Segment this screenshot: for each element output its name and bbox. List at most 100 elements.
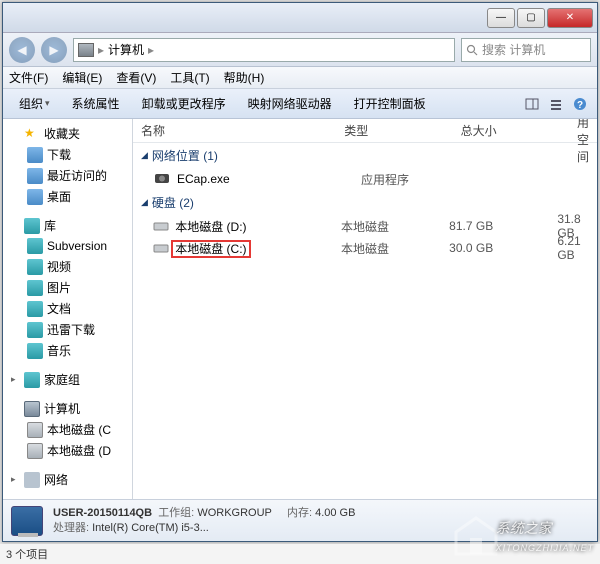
menu-edit[interactable]: 编辑(E) bbox=[62, 69, 102, 86]
breadcrumb-segment[interactable]: 计算机 bbox=[108, 41, 144, 58]
col-type[interactable]: 类型 bbox=[336, 122, 452, 139]
preview-pane-icon[interactable] bbox=[521, 93, 543, 115]
sidebar-item-label: 桌面 bbox=[47, 188, 71, 205]
sidebar-drive-c[interactable]: 本地磁盘 (C bbox=[3, 419, 132, 440]
svg-text:?: ? bbox=[577, 100, 583, 111]
sidebar-item-label: 视频 bbox=[47, 258, 71, 275]
navigation-pane: ★收藏夹 下载 最近访问的 桌面 库 Subversion 视频 图片 文档 迅… bbox=[3, 119, 133, 499]
toolbar: 组织 系统属性 卸载或更改程序 映射网络驱动器 打开控制面板 ? bbox=[3, 89, 597, 119]
column-headers: 名称 类型 总大小 可用空间 bbox=[133, 119, 597, 143]
breadcrumb[interactable]: ▸ 计算机 ▸ bbox=[73, 38, 455, 62]
chevron-right-icon: ▸ bbox=[98, 43, 104, 57]
computer-icon bbox=[24, 401, 40, 417]
computer-icon bbox=[78, 43, 94, 57]
memory-value: 4.00 GB bbox=[315, 507, 355, 519]
menu-view[interactable]: 查看(V) bbox=[116, 69, 156, 86]
map-network-drive-button[interactable]: 映射网络驱动器 bbox=[238, 91, 342, 116]
col-name[interactable]: 名称 bbox=[133, 122, 336, 139]
chevron-right-icon: ▸ bbox=[148, 43, 154, 57]
maximize-button[interactable]: ▢ bbox=[517, 8, 545, 28]
computer-large-icon bbox=[11, 506, 43, 536]
workgroup-label: 工作组: bbox=[158, 507, 194, 519]
workgroup-value: WORKGROUP bbox=[197, 507, 271, 519]
folder-icon bbox=[27, 168, 43, 184]
application-icon bbox=[153, 171, 171, 187]
menu-tools[interactable]: 工具(T) bbox=[170, 69, 209, 86]
col-size[interactable]: 总大小 bbox=[453, 122, 569, 139]
list-item[interactable]: ECap.exe 应用程序 bbox=[133, 168, 597, 190]
details-pane: USER-20150114QB 工作组: WORKGROUP 内存: 4.00 … bbox=[3, 499, 597, 541]
sidebar-pictures[interactable]: 图片 bbox=[3, 277, 132, 298]
group-network-locations[interactable]: ◢ 网络位置 (1) bbox=[133, 143, 597, 168]
cpu-label: 处理器: bbox=[53, 522, 89, 534]
view-options-icon[interactable] bbox=[545, 93, 567, 115]
sidebar-item-label: 家庭组 bbox=[44, 371, 80, 388]
titlebar: — ▢ ✕ bbox=[3, 3, 597, 33]
sidebar-subversion[interactable]: Subversion bbox=[3, 236, 132, 256]
forward-button[interactable]: ▶ bbox=[41, 37, 67, 63]
organize-button[interactable]: 组织 bbox=[9, 91, 60, 116]
close-button[interactable]: ✕ bbox=[547, 8, 593, 28]
computer-name: USER-20150114QB bbox=[53, 507, 152, 519]
sidebar-music[interactable]: 音乐 bbox=[3, 340, 132, 361]
sidebar-item-label: 收藏夹 bbox=[44, 125, 80, 142]
list-item[interactable]: 本地磁盘 (C:) 本地磁盘 30.0 GB 6.21 GB bbox=[133, 237, 597, 259]
cpu-value: Intel(R) Core(TM) i5-3... bbox=[92, 522, 209, 534]
status-bar: 3 个项目 bbox=[0, 544, 600, 564]
group-hard-drives[interactable]: ◢ 硬盘 (2) bbox=[133, 190, 597, 215]
item-size: 81.7 GB bbox=[449, 219, 557, 233]
sidebar-item-label: 库 bbox=[44, 217, 56, 234]
item-free: 6.21 GB bbox=[557, 234, 597, 262]
uninstall-programs-button[interactable]: 卸载或更改程序 bbox=[132, 91, 236, 116]
menu-help[interactable]: 帮助(H) bbox=[224, 69, 265, 86]
folder-icon bbox=[27, 301, 43, 317]
sidebar-libraries[interactable]: 库 bbox=[3, 215, 132, 236]
menu-file[interactable]: 文件(F) bbox=[9, 69, 48, 86]
system-properties-button[interactable]: 系统属性 bbox=[62, 91, 130, 116]
folder-icon bbox=[27, 343, 43, 359]
network-icon bbox=[24, 472, 40, 488]
status-text: 3 个项目 bbox=[6, 546, 48, 562]
highlight-annotation: 本地磁盘 (C:) bbox=[171, 240, 250, 258]
search-input[interactable]: 搜索 计算机 bbox=[461, 38, 591, 62]
help-icon[interactable]: ? bbox=[569, 93, 591, 115]
sidebar-homegroup[interactable]: ▸家庭组 bbox=[3, 369, 132, 390]
back-button[interactable]: ◀ bbox=[9, 37, 35, 63]
sidebar-computer[interactable]: 计算机 bbox=[3, 398, 132, 419]
sidebar-desktop[interactable]: 桌面 bbox=[3, 186, 132, 207]
sidebar-downloads[interactable]: 下载 bbox=[3, 144, 132, 165]
sidebar-item-label: 本地磁盘 (D bbox=[47, 442, 111, 459]
library-icon bbox=[24, 218, 40, 234]
folder-icon bbox=[27, 322, 43, 338]
sidebar-videos[interactable]: 视频 bbox=[3, 256, 132, 277]
list-item[interactable]: 本地磁盘 (D:) 本地磁盘 81.7 GB 31.8 GB bbox=[133, 215, 597, 237]
collapse-icon: ◢ bbox=[141, 150, 148, 161]
sidebar-documents[interactable]: 文档 bbox=[3, 298, 132, 319]
folder-icon bbox=[27, 280, 43, 296]
explorer-window: — ▢ ✕ ◀ ▶ ▸ 计算机 ▸ 搜索 计算机 文件(F) 编辑(E) 查看(… bbox=[2, 2, 598, 542]
open-control-panel-button[interactable]: 打开控制面板 bbox=[344, 91, 436, 116]
sidebar-item-label: 图片 bbox=[47, 279, 71, 296]
sidebar-item-label: 迅雷下载 bbox=[47, 321, 95, 338]
search-icon bbox=[466, 44, 478, 56]
sidebar-item-label: 文档 bbox=[47, 300, 71, 317]
minimize-button[interactable]: — bbox=[487, 8, 515, 28]
star-icon: ★ bbox=[24, 126, 40, 142]
collapse-icon: ◢ bbox=[141, 197, 148, 208]
item-type: 应用程序 bbox=[361, 171, 481, 188]
sidebar-thunder[interactable]: 迅雷下载 bbox=[3, 319, 132, 340]
sidebar-item-label: 计算机 bbox=[44, 400, 80, 417]
drive-icon bbox=[27, 422, 43, 438]
memory-label: 内存: bbox=[287, 507, 312, 519]
sidebar-drive-d[interactable]: 本地磁盘 (D bbox=[3, 440, 132, 461]
group-title: 硬盘 (2) bbox=[152, 194, 194, 211]
item-size: 30.0 GB bbox=[449, 241, 557, 255]
drive-icon bbox=[27, 443, 43, 459]
search-placeholder: 搜索 计算机 bbox=[482, 41, 545, 58]
sidebar-favorites[interactable]: ★收藏夹 bbox=[3, 123, 132, 144]
sidebar-network[interactable]: ▸网络 bbox=[3, 469, 132, 490]
sidebar-recent[interactable]: 最近访问的 bbox=[3, 165, 132, 186]
menu-bar: 文件(F) 编辑(E) 查看(V) 工具(T) 帮助(H) bbox=[3, 67, 597, 89]
col-free[interactable]: 可用空间 bbox=[569, 119, 597, 165]
folder-icon bbox=[27, 259, 43, 275]
